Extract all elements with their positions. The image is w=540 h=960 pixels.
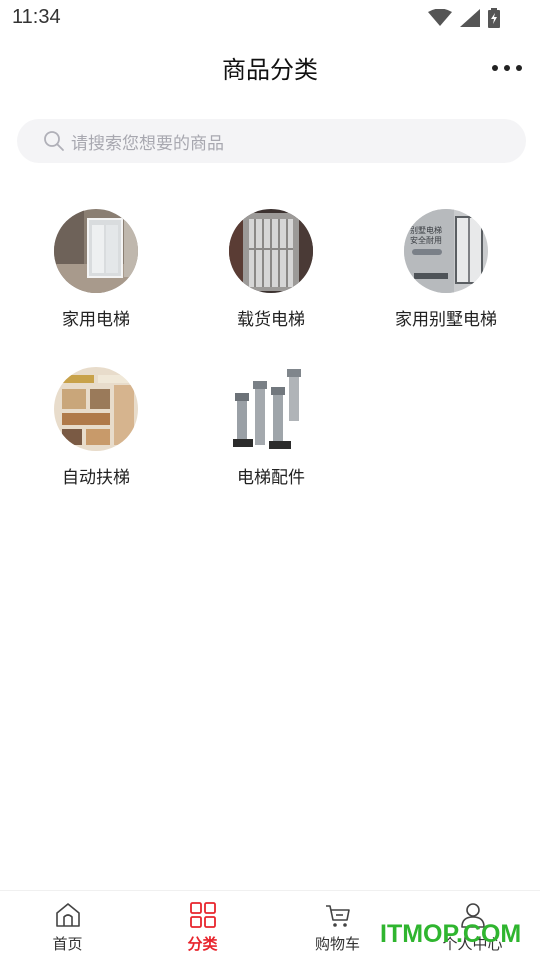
search-icon	[44, 131, 64, 151]
grid-icon	[189, 902, 216, 928]
tab-category[interactable]: 分类	[135, 891, 270, 960]
category-label: 电梯配件	[237, 468, 305, 488]
more-dot-icon	[492, 65, 498, 71]
status-time: 11:34	[12, 6, 61, 28]
tab-home[interactable]: 首页	[0, 891, 135, 960]
search-input[interactable]: 请搜索您想要的商品	[17, 119, 526, 163]
category-item-villa-elevator[interactable]: 别墅电梯 安全耐用 家用别墅电梯	[358, 205, 534, 345]
category-item-escalator[interactable]: 自动扶梯	[8, 363, 184, 503]
villa-elevator-image: 别墅电梯 安全耐用	[404, 209, 488, 293]
category-item-home-elevator[interactable]: 家用电梯	[8, 205, 184, 345]
home-icon	[55, 903, 80, 927]
category-label: 自动扶梯	[62, 468, 130, 488]
nav-bar: 商品分类	[0, 36, 540, 100]
more-dot-icon	[516, 65, 522, 71]
home-elevator-image	[54, 209, 138, 293]
svg-text:安全耐用: 安全耐用	[410, 235, 442, 245]
more-dot-icon	[504, 65, 510, 71]
elevator-parts-image	[229, 367, 313, 451]
page-title: 商品分类	[222, 56, 318, 84]
wifi-icon	[428, 9, 452, 26]
signal-icon	[460, 9, 480, 27]
category-item-freight-elevator[interactable]: 载货电梯	[183, 205, 359, 345]
watermark: ITMOP.COM	[380, 920, 522, 948]
category-label: 家用电梯	[62, 310, 130, 330]
status-bar: 11:34	[0, 0, 540, 36]
svg-text:别墅电梯: 别墅电梯	[410, 225, 442, 235]
status-icons	[428, 8, 500, 28]
freight-elevator-image	[229, 209, 313, 293]
category-label: 载货电梯	[237, 310, 305, 330]
category-item-elevator-parts[interactable]: 电梯配件	[183, 363, 359, 503]
more-options-button[interactable]	[492, 56, 522, 80]
battery-icon	[488, 8, 500, 28]
tab-label: 首页	[52, 935, 83, 953]
cart-icon	[325, 905, 350, 927]
tab-label: 分类	[187, 935, 218, 953]
escalator-image	[54, 367, 138, 451]
category-label: 家用别墅电梯	[395, 310, 497, 330]
search-placeholder: 请搜索您想要的商品	[71, 133, 224, 154]
